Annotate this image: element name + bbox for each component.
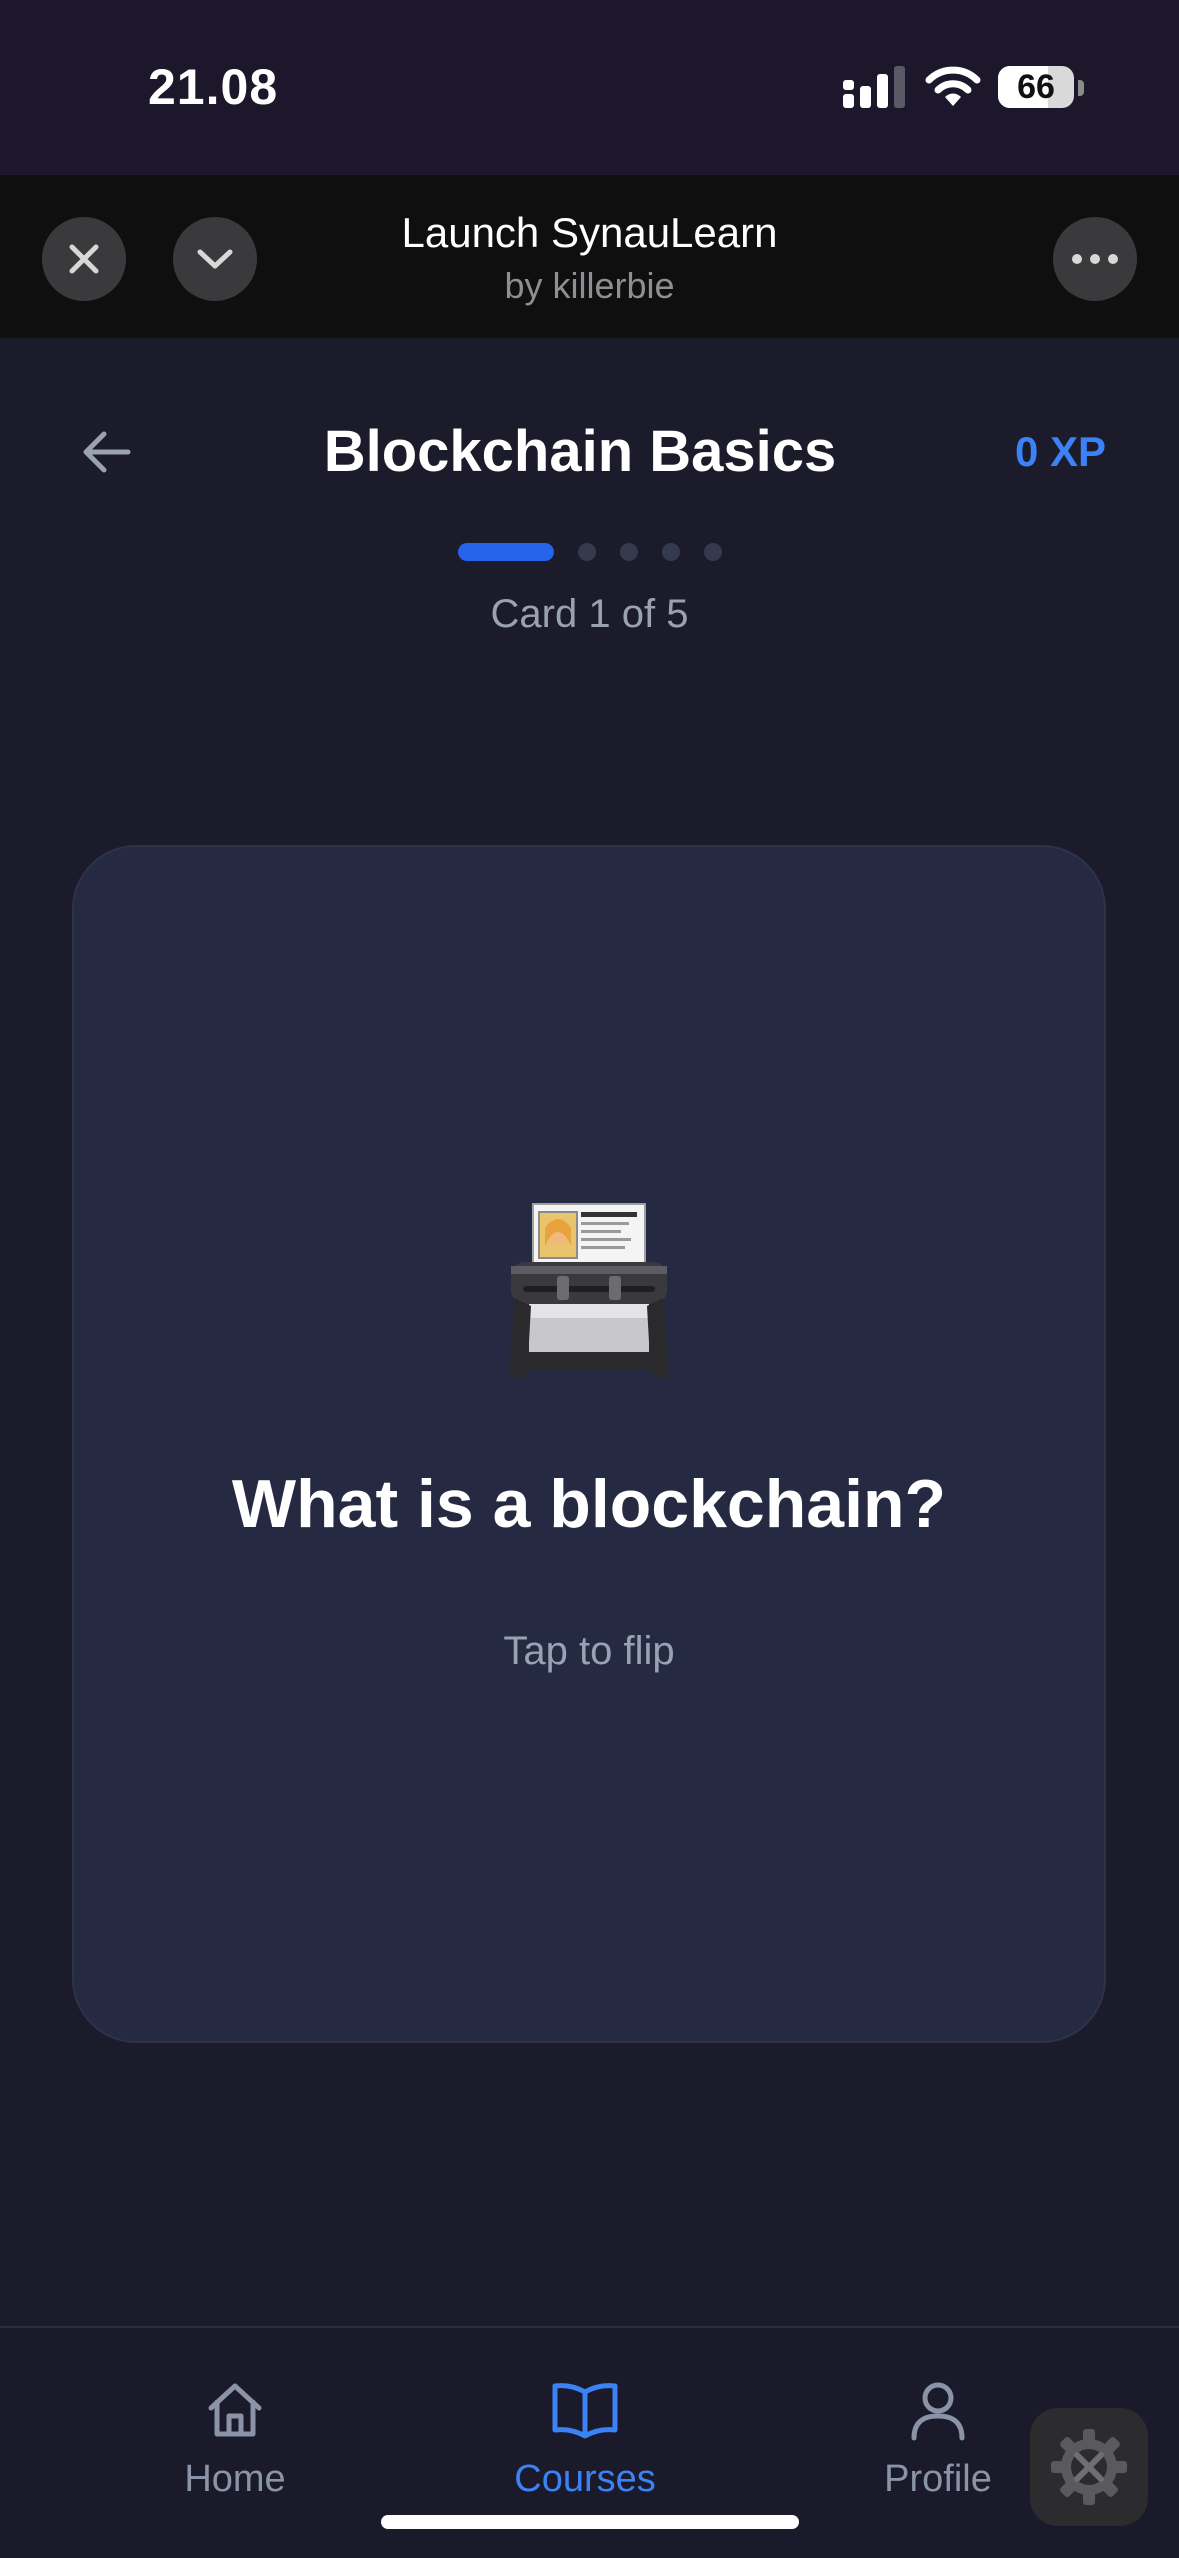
battery-indicator: 66 [998,66,1074,108]
mini-app-header: Launch SynauLearn by killerbie [0,175,1179,338]
more-icon [1072,254,1118,264]
home-indicator[interactable] [381,2515,799,2529]
mini-app-author: by killerbie [504,265,675,306]
home-icon [208,2383,262,2437]
nav-label-profile: Profile [884,2458,992,2500]
mini-app-title: Launch SynauLearn [401,209,778,256]
xp-counter: 0 XP [1014,428,1106,475]
flash-card[interactable]: What is a blockchain? Tap to flip [72,845,1106,2043]
battery-cap [1078,80,1084,96]
progress-dot [662,543,680,561]
nav-item-profile[interactable]: Profile [808,2378,1068,2501]
more-options-button[interactable] [1053,217,1137,301]
progress-dot [578,543,596,561]
developer-tools-button[interactable] [1030,2408,1148,2526]
gear-tools-icon [1051,2429,1127,2505]
progress-dot [704,543,722,561]
card-progress-indicator [458,543,722,561]
wifi-icon [925,66,981,106]
tap-to-flip-hint: Tap to flip [503,1629,675,1673]
book-icon [552,2383,618,2439]
battery-percentage: 66 [1017,68,1055,106]
nav-item-home[interactable]: Home [105,2378,365,2501]
progress-dot-active [458,543,554,561]
card-question: What is a blockchain? [231,1466,947,1542]
status-time: 21.08 [148,59,279,115]
progress-dot [620,543,638,561]
cellular-signal-icon [843,66,905,108]
card-file-box-icon [509,1203,669,1378]
page-title: Blockchain Basics [323,419,837,484]
nav-label-courses: Courses [514,2458,656,2500]
nav-item-courses[interactable]: Courses [455,2378,715,2501]
nav-label-home: Home [184,2458,286,2500]
user-icon [911,2382,965,2441]
card-counter: Card 1 of 5 [490,592,689,636]
status-bar: 21.08 66 [0,0,1179,175]
